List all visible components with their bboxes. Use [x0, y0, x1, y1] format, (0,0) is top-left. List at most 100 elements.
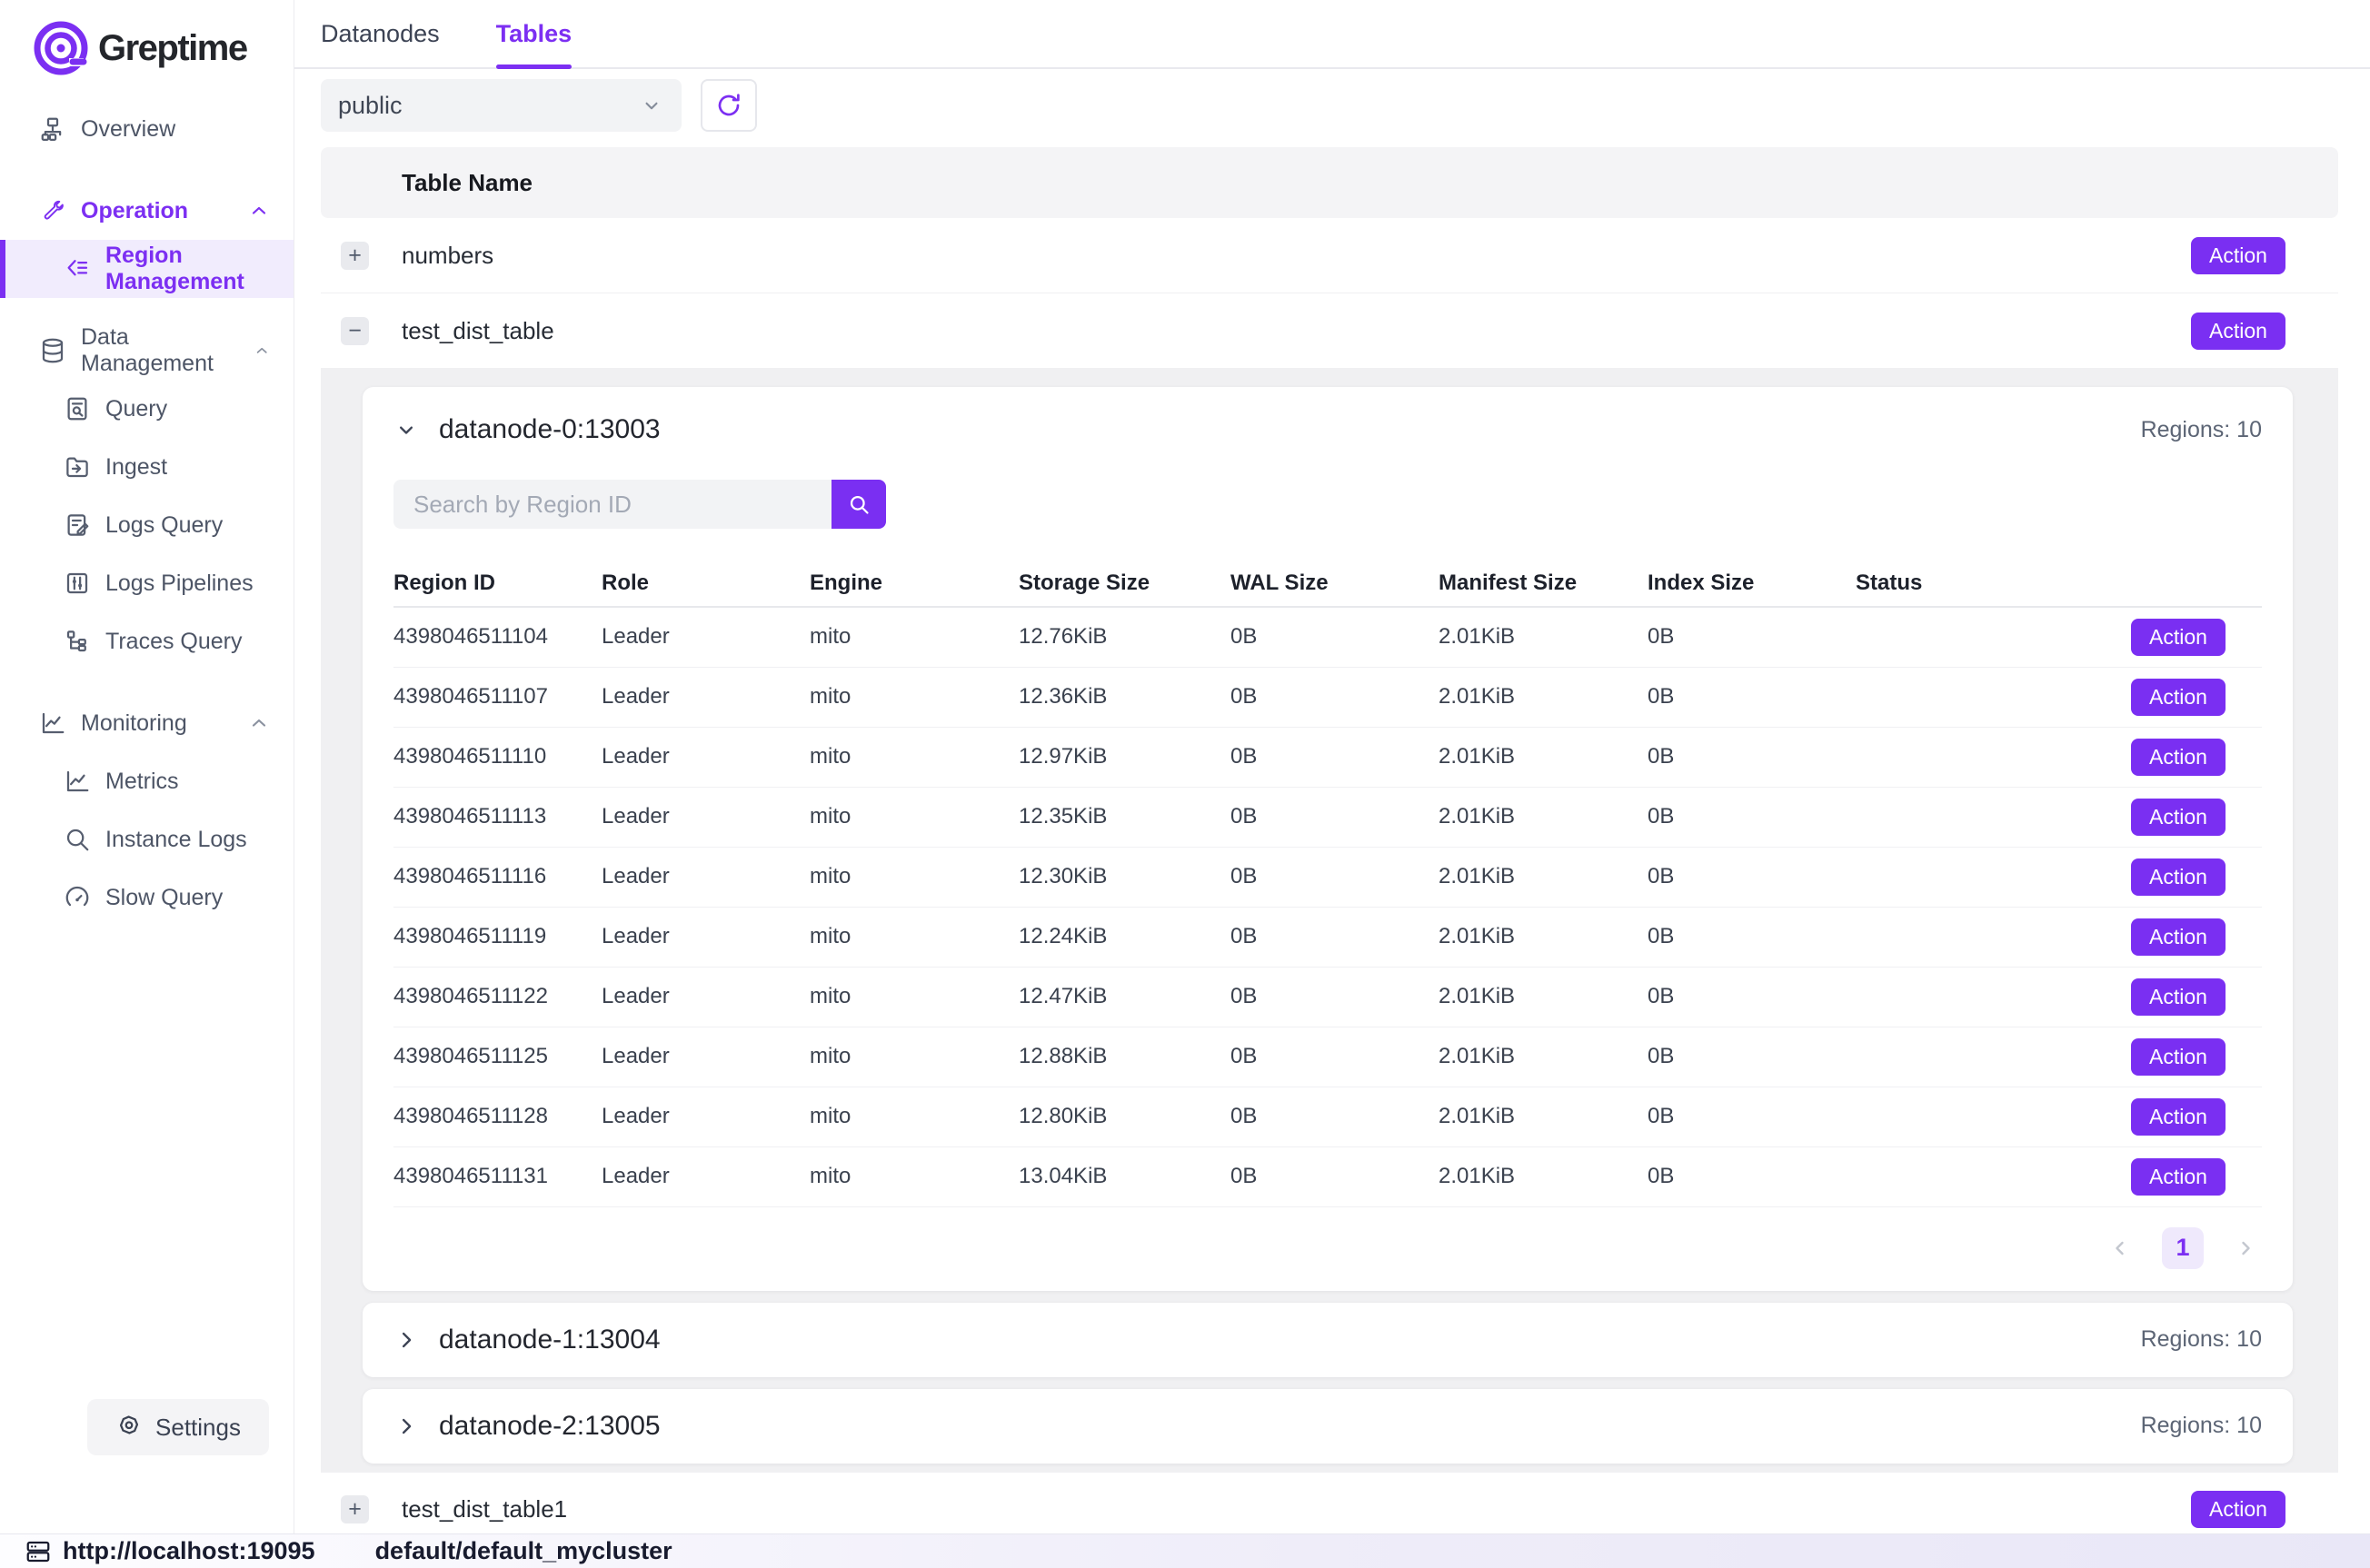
sidebar-item-query[interactable]: Query	[0, 380, 294, 438]
database-icon	[39, 337, 66, 364]
datanode-section: datanode-0:13003 Regions: 10	[321, 369, 2338, 1473]
settings-label: Settings	[155, 1414, 241, 1442]
folder-ingest-icon	[64, 453, 91, 481]
cell-status	[1856, 727, 2116, 787]
datanode-card-collapsed[interactable]: datanode-1:13004 Regions: 10	[363, 1303, 2293, 1377]
cell-role: Leader	[602, 967, 810, 1027]
region-action-button[interactable]: Action	[2131, 858, 2226, 896]
region-table-body: 4398046511104 Leader mito 12.76KiB 0B 2.…	[393, 607, 2262, 1206]
sidebar-item-label: Logs Pipelines	[105, 571, 254, 597]
table-name-column-header: Table Name	[402, 169, 533, 197]
datanode-title: datanode-1:13004	[439, 1325, 661, 1355]
row-action-button[interactable]: Action	[2191, 237, 2285, 274]
region-action-button[interactable]: Action	[2131, 1098, 2226, 1136]
cell-storage-size: 12.76KiB	[1019, 607, 1230, 667]
sidebar-item-traces-query[interactable]: Traces Query	[0, 612, 294, 670]
cell-manifest-size: 2.01KiB	[1439, 1087, 1648, 1146]
cell-status	[1856, 787, 2116, 847]
region-action-button[interactable]: Action	[2131, 918, 2226, 956]
sidebar-item-slow-query[interactable]: Slow Query	[0, 868, 294, 927]
metrics-chart-icon	[64, 768, 91, 795]
sidebar-item-label: Query	[105, 396, 167, 422]
page-next-icon[interactable]	[2235, 1237, 2256, 1259]
search-button[interactable]	[831, 480, 886, 529]
tab-tables[interactable]: Tables	[496, 0, 573, 67]
region-action-button[interactable]: Action	[2131, 978, 2226, 1016]
cell-storage-size: 12.47KiB	[1019, 967, 1230, 1027]
chevron-up-icon	[248, 712, 270, 734]
cell-status	[1856, 667, 2116, 727]
cell-storage-size: 12.35KiB	[1019, 787, 1230, 847]
page-number[interactable]: 1	[2162, 1227, 2204, 1269]
cell-manifest-size: 2.01KiB	[1439, 667, 1648, 727]
cell-engine: mito	[810, 607, 1019, 667]
cell-index-size: 0B	[1648, 907, 1856, 967]
cell-index-size: 0B	[1648, 847, 1856, 907]
row-action-button[interactable]: Action	[2191, 313, 2285, 350]
sidebar-item-metrics[interactable]: Metrics	[0, 752, 294, 810]
cell-wal-size: 0B	[1230, 1146, 1439, 1206]
sidebar-item-label: Traces Query	[105, 629, 243, 655]
cell-region-id: 4398046511131	[393, 1146, 602, 1206]
cell-status	[1856, 607, 2116, 667]
cell-wal-size: 0B	[1230, 907, 1439, 967]
cell-action: Action	[2116, 907, 2262, 967]
cell-index-size: 0B	[1648, 1027, 1856, 1087]
cell-index-size: 0B	[1648, 1146, 1856, 1206]
region-search	[393, 480, 2262, 529]
trace-tree-icon	[64, 628, 91, 655]
sidebar-item-logs-pipelines[interactable]: Logs Pipelines	[0, 554, 294, 612]
region-action-button[interactable]: Action	[2131, 619, 2226, 656]
page-prev-icon[interactable]	[2109, 1237, 2131, 1259]
cell-manifest-size: 2.01KiB	[1439, 967, 1648, 1027]
settings-button[interactable]: Settings	[87, 1399, 269, 1455]
sidebar-item-instance-logs[interactable]: Instance Logs	[0, 810, 294, 868]
region-action-button[interactable]: Action	[2131, 799, 2226, 836]
cell-action: Action	[2116, 607, 2262, 667]
region-table-row: 4398046511122 Leader mito 12.47KiB 0B 2.…	[393, 967, 2262, 1027]
schema-select-value: public	[338, 92, 403, 120]
cell-status	[1856, 847, 2116, 907]
cell-action: Action	[2116, 847, 2262, 907]
sidebar-item-ingest[interactable]: Ingest	[0, 438, 294, 496]
cell-index-size: 0B	[1648, 1087, 1856, 1146]
sidebar-item-overview[interactable]: Overview	[0, 100, 294, 158]
datanode-title: datanode-2:13005	[439, 1411, 661, 1442]
region-table-row: 4398046511125 Leader mito 12.88KiB 0B 2.…	[393, 1027, 2262, 1087]
cell-engine: mito	[810, 1087, 1019, 1146]
cell-role: Leader	[602, 1027, 810, 1087]
cell-wal-size: 0B	[1230, 1087, 1439, 1146]
cell-engine: mito	[810, 667, 1019, 727]
sidebar-item-region-management[interactable]: Region Management	[0, 240, 294, 298]
schema-select[interactable]: public	[321, 79, 682, 132]
datanode-card-open: datanode-0:13003 Regions: 10	[363, 387, 2293, 1291]
region-action-button[interactable]: Action	[2131, 1038, 2226, 1076]
chevron-down-icon	[640, 94, 663, 117]
region-action-button[interactable]: Action	[2131, 1158, 2226, 1196]
sidebar-item-logs-query[interactable]: Logs Query	[0, 496, 294, 554]
tab-label: Tables	[496, 20, 573, 48]
sidebar-group-operation[interactable]: Operation	[0, 182, 294, 240]
wrench-icon	[39, 197, 66, 224]
datanode-header[interactable]: datanode-0:13003 Regions: 10	[393, 414, 2262, 445]
cell-action: Action	[2116, 1087, 2262, 1146]
col-index-size: Index Size	[1648, 560, 1856, 607]
table-name: test_dist_table	[402, 317, 554, 345]
collapse-row-button[interactable]: −	[341, 317, 369, 345]
region-search-input[interactable]	[393, 480, 831, 529]
server-icon	[25, 1538, 52, 1565]
expand-row-button[interactable]: +	[341, 242, 369, 270]
tab-datanodes[interactable]: Datanodes	[321, 0, 440, 67]
cell-status	[1856, 1146, 2116, 1206]
sidebar-group-data-management[interactable]: Data Management	[0, 322, 294, 380]
col-role: Role	[602, 560, 810, 607]
expand-row-button[interactable]: +	[341, 1495, 369, 1523]
region-action-button[interactable]: Action	[2131, 739, 2226, 776]
sidebar-group-label: Monitoring	[81, 710, 187, 737]
datanode-card-collapsed[interactable]: datanode-2:13005 Regions: 10	[363, 1389, 2293, 1464]
sidebar-group-monitoring[interactable]: Monitoring	[0, 694, 294, 752]
row-action-button[interactable]: Action	[2191, 1491, 2285, 1528]
region-table-row: 4398046511107 Leader mito 12.36KiB 0B 2.…	[393, 667, 2262, 727]
refresh-button[interactable]	[701, 79, 757, 132]
region-action-button[interactable]: Action	[2131, 679, 2226, 716]
